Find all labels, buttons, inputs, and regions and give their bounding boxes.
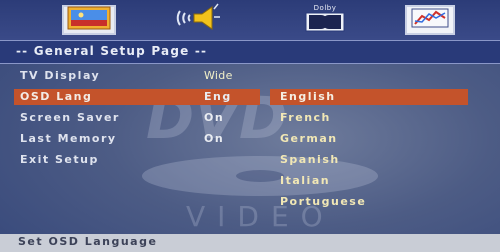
tab-audio-setup[interactable] (172, 3, 230, 37)
option-label: Portuguese (280, 195, 367, 208)
chart-icon (410, 6, 450, 34)
menu-item-value: On (204, 111, 225, 124)
option-label: German (280, 132, 338, 145)
option-italian[interactable]: Italian (270, 173, 468, 189)
option-label: Spanish (280, 153, 340, 166)
menu-item-osd-lang[interactable]: OSD Lang Eng (14, 89, 260, 105)
setup-tab-bar: Dolby (0, 0, 500, 40)
option-spanish[interactable]: Spanish (270, 152, 468, 168)
status-bar: Set OSD Language (0, 234, 500, 252)
menu-item-value: Wide (204, 69, 233, 82)
menu-item-label: Last Memory (20, 132, 117, 145)
menu-item-value: Eng (204, 90, 232, 103)
menu-item-label: TV Display (20, 69, 101, 82)
menu-item-exit-setup[interactable]: Exit Setup (14, 152, 260, 168)
dolby-icon (305, 12, 345, 36)
menu-item-label: Screen Saver (20, 111, 120, 124)
option-french[interactable]: French (270, 110, 468, 126)
menu-item-screen-saver[interactable]: Screen Saver On (14, 110, 260, 126)
tab-preference-setup[interactable] (405, 5, 455, 35)
option-german[interactable]: German (270, 131, 468, 147)
menu-item-last-memory[interactable]: Last Memory On (14, 131, 260, 147)
status-text: Set OSD Language (18, 235, 158, 248)
option-label: Italian (280, 174, 331, 187)
option-english[interactable]: English (270, 89, 468, 105)
page-title-bar: -- General Setup Page -- (0, 40, 500, 64)
menu-item-label: Exit Setup (20, 153, 99, 166)
page-title: -- General Setup Page -- (16, 44, 208, 58)
picture-icon (67, 6, 111, 34)
tab-general-setup[interactable] (62, 5, 116, 35)
menu-item-value: On (204, 132, 225, 145)
menu-item-tv-display[interactable]: TV Display Wide (14, 68, 260, 84)
speaker-icon (174, 3, 228, 37)
dolby-label: Dolby (313, 4, 337, 12)
dvd-setup-screen: Dolby -- General Setup Page -- DVD VIDEO… (0, 0, 500, 252)
menu-item-label: OSD Lang (20, 90, 93, 103)
option-portuguese[interactable]: Portuguese (270, 194, 468, 210)
option-label: French (280, 111, 331, 124)
option-label: English (280, 90, 336, 103)
tab-dolby-setup[interactable]: Dolby (295, 4, 355, 36)
